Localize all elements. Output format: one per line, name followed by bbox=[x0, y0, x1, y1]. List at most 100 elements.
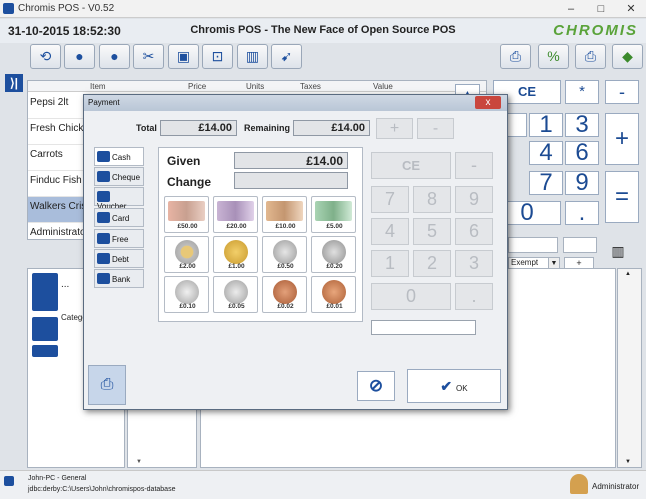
check-icon: ✔ bbox=[440, 378, 453, 394]
free-icon bbox=[97, 233, 110, 244]
key-9[interactable]: 9 bbox=[565, 171, 599, 195]
tab-free[interactable]: Free bbox=[94, 229, 144, 248]
discount-button[interactable]: % bbox=[538, 44, 569, 69]
note-20-button[interactable]: £20.00 bbox=[213, 196, 258, 233]
barcode-button[interactable]: ▥ bbox=[603, 243, 633, 263]
key-1[interactable]: 1 bbox=[529, 113, 563, 137]
coin-002-button[interactable]: £0.02 bbox=[262, 276, 307, 313]
cart-button[interactable]: ⊡ bbox=[202, 44, 233, 69]
remaining-label: Remaining bbox=[244, 123, 291, 133]
key-7[interactable]: 7 bbox=[529, 171, 563, 195]
tab-cash[interactable]: Cash bbox=[94, 147, 144, 166]
key-3[interactable]: 3 bbox=[565, 113, 599, 137]
window-title: Chromis POS - V0.52 bbox=[18, 3, 115, 14]
coin-050-button[interactable]: £0.50 bbox=[262, 236, 307, 273]
tag-button[interactable]: ◆ bbox=[612, 44, 643, 69]
cancel-button[interactable]: ⊘ bbox=[357, 371, 395, 401]
window-titlebar: Chromis POS - V0.52 – □ ✕ bbox=[0, 0, 646, 18]
dialog-key-4[interactable]: 4 bbox=[371, 218, 409, 245]
tab-bank[interactable]: Bank bbox=[94, 269, 144, 288]
col-item: Item bbox=[90, 82, 106, 91]
coin-020-button[interactable]: £0.20 bbox=[311, 236, 356, 273]
app-header: Chromis POS - The New Face of Open Sourc… bbox=[0, 19, 646, 43]
ok-button[interactable]: ✔ OK bbox=[407, 369, 501, 403]
coin-label: £0.20 bbox=[326, 263, 343, 270]
script-button[interactable]: ➹ bbox=[271, 44, 302, 69]
key-4[interactable]: 4 bbox=[529, 141, 563, 165]
dialog-key-minus[interactable]: - bbox=[455, 152, 493, 179]
dialog-key-2[interactable]: 2 bbox=[413, 250, 451, 277]
dialog-keypad-input[interactable] bbox=[371, 320, 476, 335]
key-minus[interactable]: - bbox=[605, 80, 639, 104]
change-label: Change bbox=[167, 175, 212, 189]
col-price: Price bbox=[188, 82, 207, 91]
dialog-key-5[interactable]: 5 bbox=[413, 218, 451, 245]
coin-005-button[interactable]: £0.05 bbox=[213, 276, 258, 313]
customers-button[interactable]: ● bbox=[64, 44, 95, 69]
status-user: Administrator bbox=[592, 482, 640, 491]
ticket-header: Item Price Units Taxes Value bbox=[28, 81, 486, 92]
menu-toggle-button[interactable]: ⟩| bbox=[5, 74, 23, 92]
cart-icon: ⊡ bbox=[211, 48, 224, 64]
add-payment-button[interactable]: + bbox=[376, 118, 413, 139]
key-dot[interactable]: . bbox=[565, 201, 599, 225]
coin-icon bbox=[175, 280, 199, 304]
close-button[interactable]: ✕ bbox=[616, 0, 646, 18]
coin-001-button[interactable]: £0.01 bbox=[311, 276, 356, 313]
coin-label: £0.50 bbox=[277, 263, 294, 270]
dialog-key-1[interactable]: 1 bbox=[371, 250, 409, 277]
col-units: Units bbox=[246, 82, 265, 91]
dialog-key-7[interactable]: 7 bbox=[371, 186, 409, 213]
open-drawer-button[interactable]: ▣ bbox=[168, 44, 199, 69]
split-button[interactable]: ✂ bbox=[133, 44, 164, 69]
key-plus[interactable]: + bbox=[605, 113, 639, 165]
app-icon bbox=[3, 3, 14, 14]
coin-010-button[interactable]: £0.10 bbox=[164, 276, 209, 313]
tab-card[interactable]: Card bbox=[94, 208, 144, 227]
dialog-key-8[interactable]: 8 bbox=[413, 186, 451, 213]
dialog-key-ce[interactable]: CE bbox=[371, 152, 451, 179]
minimize-button[interactable]: – bbox=[556, 0, 586, 18]
key-6[interactable]: 6 bbox=[565, 141, 599, 165]
database-icon bbox=[4, 476, 14, 486]
maximize-button[interactable]: □ bbox=[586, 0, 616, 18]
coin-1-button[interactable]: £1.00 bbox=[213, 236, 258, 273]
coin-icon bbox=[175, 240, 199, 264]
units-input[interactable] bbox=[563, 237, 597, 253]
price-input[interactable] bbox=[508, 237, 558, 253]
tab-voucher[interactable]: Voucher bbox=[94, 187, 144, 211]
scissors-icon: ✂ bbox=[142, 48, 155, 64]
print-button[interactable]: ⎙ bbox=[500, 44, 531, 69]
print-receipt-toggle[interactable]: ⎙ bbox=[88, 365, 126, 405]
dialog-key-6[interactable]: 6 bbox=[455, 218, 493, 245]
customers-icon: ● bbox=[75, 48, 84, 64]
receipt-button[interactable]: ⎙ bbox=[575, 44, 606, 69]
coin-label: £2.00 bbox=[179, 263, 196, 270]
dialog-key-0[interactable]: 0 bbox=[371, 283, 451, 310]
tab-cheque[interactable]: Cheque bbox=[94, 167, 144, 186]
delete-button[interactable]: ▥ bbox=[237, 44, 268, 69]
brand-logo: CHROMIS bbox=[553, 22, 638, 39]
scroll-down-icon[interactable]: ▼ bbox=[136, 459, 142, 465]
refresh-button[interactable]: ⟲ bbox=[30, 44, 61, 69]
dialog-close-button[interactable]: x bbox=[475, 96, 501, 109]
dialog-key-3[interactable]: 3 bbox=[455, 250, 493, 277]
banknote-icon bbox=[168, 201, 205, 221]
dialog-key-dot[interactable]: . bbox=[455, 283, 493, 310]
coin-2-button[interactable]: £2.00 bbox=[164, 236, 209, 273]
customer-button[interactable]: ● bbox=[99, 44, 130, 69]
product-scrollbar[interactable]: ▲ ▼ bbox=[617, 268, 642, 468]
coin-icon bbox=[224, 240, 248, 264]
key-multiply[interactable]: * bbox=[565, 80, 599, 104]
remove-payment-button[interactable]: - bbox=[417, 118, 454, 139]
note-5-button[interactable]: £5.00 bbox=[311, 196, 356, 233]
dialog-key-9[interactable]: 9 bbox=[455, 186, 493, 213]
given-input[interactable]: £14.00 bbox=[234, 152, 348, 169]
note-10-button[interactable]: £10.00 bbox=[262, 196, 307, 233]
tab-debt[interactable]: Debt bbox=[94, 249, 144, 268]
key-equals[interactable]: = bbox=[605, 171, 639, 223]
note-50-button[interactable]: £50.00 bbox=[164, 196, 209, 233]
scroll-up-icon: ▲ bbox=[625, 271, 631, 277]
card-icon bbox=[97, 212, 110, 223]
printer-icon: ⎙ bbox=[509, 48, 522, 64]
